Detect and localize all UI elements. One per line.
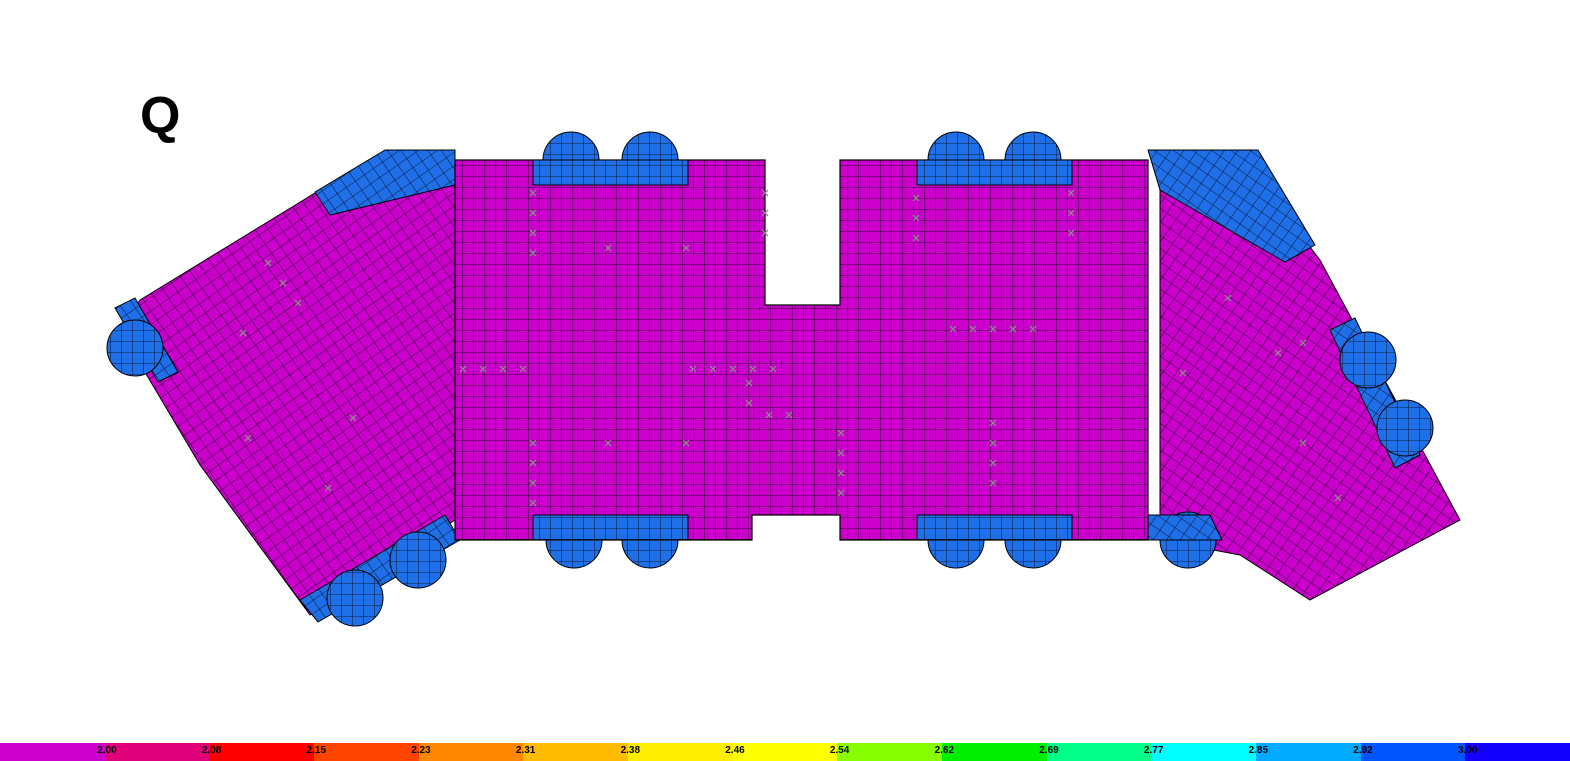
legend-tick-label: 2.31 bbox=[515, 745, 536, 756]
legend-color-11: 2.85 bbox=[1151, 743, 1268, 761]
right-wing bbox=[1147, 149, 1461, 601]
legend-tick-label: 2.00 bbox=[97, 745, 117, 756]
color-legend: 2.00 2.08 2.15 2.23 2.31 2.38 2.46 2.54 2.62 2.69… bbox=[0, 743, 1570, 761]
top-bump-3 bbox=[927, 131, 985, 161]
legend-tick-label: 2.08 bbox=[201, 745, 222, 756]
legend-tick-label: 2.62 bbox=[934, 745, 955, 756]
left-wing-bump-2 bbox=[326, 569, 384, 627]
left-wing-bump-1 bbox=[106, 319, 164, 377]
legend-tick-label: 2.92 bbox=[1353, 745, 1373, 756]
legend-color-12: 2.92 bbox=[1256, 743, 1373, 761]
legend-color-5: 2.38 bbox=[523, 743, 640, 761]
legend-tick-label: 2.54 bbox=[829, 745, 850, 756]
legend-tick-label: 2.15 bbox=[306, 745, 327, 756]
legend-color-0: 2.00 bbox=[0, 743, 117, 761]
legend-tick-label: 2.23 bbox=[411, 745, 431, 756]
legend-color-4: 2.31 bbox=[418, 743, 535, 761]
legend-color-2: 2.15 bbox=[209, 743, 326, 761]
legend-tick-label: 2.69 bbox=[1039, 745, 1059, 756]
legend-tick-label: 3.00 bbox=[1457, 745, 1478, 756]
top-bump-2 bbox=[621, 131, 679, 161]
central-slab-left bbox=[454, 159, 1149, 541]
top-edge-left bbox=[532, 159, 689, 186]
top-bump-1 bbox=[542, 131, 600, 161]
legend-color-8: 2.62 bbox=[837, 743, 954, 761]
top-bump-4 bbox=[1004, 131, 1062, 161]
right-wing-bump-2 bbox=[1376, 399, 1434, 457]
legend-color-9: 2.69 bbox=[942, 743, 1059, 761]
right-wing-bump-1 bbox=[1339, 331, 1397, 389]
legend-tick-label: 2.38 bbox=[620, 745, 641, 756]
legend-color-14 bbox=[1465, 743, 1570, 761]
mesh-viewport bbox=[106, 131, 1461, 627]
legend-color-6: 2.46 bbox=[628, 743, 745, 761]
legend-color-13: 3.00 bbox=[1360, 743, 1477, 761]
top-edge-right bbox=[916, 159, 1073, 186]
bottom-bump-3 bbox=[927, 539, 985, 569]
legend-tick-label: 2.46 bbox=[725, 745, 745, 756]
legend-color-7: 2.54 bbox=[732, 743, 849, 761]
legend-color-3: 2.23 bbox=[314, 743, 431, 761]
bottom-edge-left bbox=[532, 514, 689, 541]
central-slab bbox=[454, 131, 1149, 569]
diagram-label: Q bbox=[140, 87, 181, 145]
legend-color-10: 2.77 bbox=[1046, 743, 1163, 761]
bottom-bump-2 bbox=[621, 539, 679, 569]
legend-tick-label: 2.77 bbox=[1143, 745, 1164, 756]
legend-tick-label: 2.85 bbox=[1248, 745, 1269, 756]
right-wing-bottom-edge bbox=[1147, 514, 1223, 541]
legend-color-1: 2.08 bbox=[104, 743, 221, 761]
left-wing-bump-3 bbox=[389, 531, 447, 589]
left-wing bbox=[106, 149, 461, 627]
bottom-bump-1 bbox=[545, 539, 603, 569]
bottom-bump-4 bbox=[1004, 539, 1062, 569]
bottom-edge-right bbox=[916, 514, 1073, 541]
